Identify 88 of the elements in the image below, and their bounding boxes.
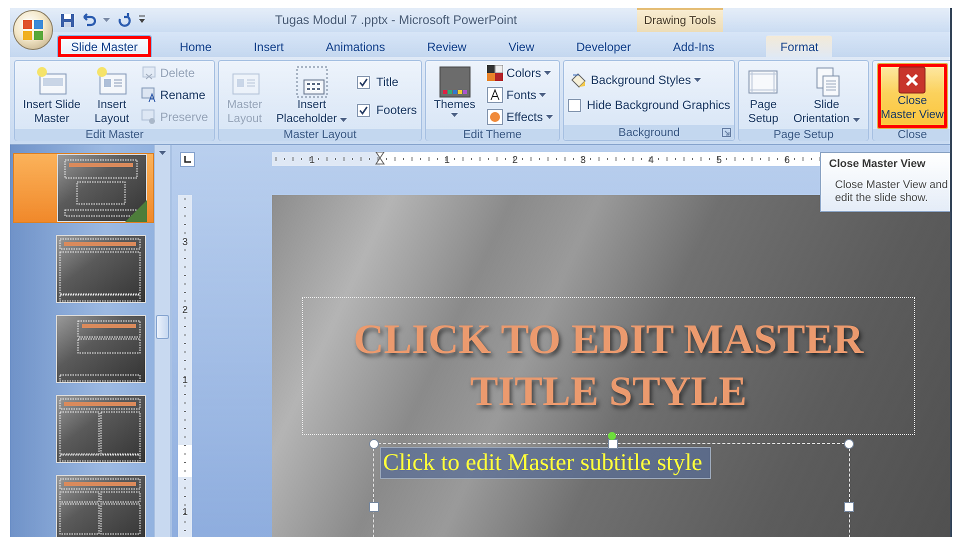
themes-icon [438, 66, 471, 98]
checkbox-label: Title [376, 75, 398, 89]
ribbon-tab[interactable]: Review [413, 35, 480, 57]
paint-bucket-icon [570, 72, 588, 88]
caret-icon [159, 151, 166, 155]
ruler-number: 5 [716, 155, 722, 166]
customize-menu-icon [138, 15, 146, 25]
resize-handle[interactable] [844, 439, 854, 449]
indent-marker[interactable] [375, 152, 385, 164]
ribbon-tab[interactable]: Format [766, 35, 832, 57]
save-icon [60, 12, 75, 28]
ribbon-tab[interactable]: Developer [562, 35, 645, 57]
dialog-launcher-icon[interactable] [722, 128, 732, 137]
office-logo-icon [22, 19, 44, 41]
ribbon-tab[interactable]: Add-Ins [658, 35, 728, 57]
checkbox-label: Hide Background Graphics [586, 98, 730, 112]
ribbon-button[interactable]: Slide Orientation [789, 63, 864, 129]
resize-handle[interactable] [369, 439, 379, 449]
ribbon-button[interactable]: Insert Placeholder [272, 63, 352, 129]
caret-icon [546, 115, 553, 119]
ruler-number: 3 [182, 237, 188, 248]
group-label: Edit Theme [463, 129, 522, 141]
ribbon-button[interactable]: Close Master View [876, 63, 948, 129]
tab-stop-icon [184, 156, 191, 163]
ribbon-button[interactable]: Themes [430, 63, 480, 129]
checkbox-label: Footers [376, 103, 417, 117]
checkbox[interactable] [568, 98, 581, 112]
ribbon-button[interactable]: Effects [485, 107, 555, 127]
ruler-number: 1 [182, 507, 188, 518]
group-label: Master Layout [284, 129, 356, 141]
tooltip-title: Close Master View [829, 158, 926, 170]
ribbon-tab[interactable]: Slide Master [57, 35, 152, 57]
ribbon-button[interactable]: Insert Slide Master [19, 63, 85, 129]
ribbon-button[interactable]: Colors [485, 63, 555, 83]
rename-icon [141, 87, 158, 103]
caret-icon [694, 78, 701, 82]
close-icon [898, 66, 926, 94]
placeholder-icon [296, 66, 328, 98]
ruler-number: 2 [182, 305, 188, 316]
ribbon-tab[interactable]: Animations [312, 35, 400, 57]
undo-icon [81, 13, 97, 27]
scrollbar-thumb[interactable] [156, 315, 169, 339]
slide-title: CLICK TO EDIT MASTER TITLE STYLE [352, 316, 865, 417]
scrollbar[interactable] [154, 145, 170, 537]
resize-handle[interactable] [608, 439, 618, 449]
thumbnail-item[interactable] [13, 153, 154, 223]
group-label: Background [618, 126, 680, 138]
color-swatch-icon [487, 65, 504, 81]
group-label: Edit Master [85, 129, 144, 141]
resize-handle[interactable] [369, 502, 379, 512]
group-label: Page Setup [773, 129, 834, 141]
contextual-tab-group: Drawing Tools [637, 8, 723, 32]
resize-handle[interactable] [844, 502, 854, 512]
rotate-handle[interactable] [608, 432, 616, 440]
ruler-number: 1 [444, 155, 450, 166]
font-icon [487, 87, 504, 103]
ruler-number: 2 [512, 155, 518, 166]
ribbon-button[interactable]: Insert Layout [90, 63, 134, 129]
pin-slide-icon [141, 109, 158, 125]
ruler-number: 1 [182, 375, 188, 386]
ruler-number: 6 [784, 155, 790, 166]
slide-subtitle: Click to edit Master subtitle style [380, 447, 712, 479]
effects-icon [487, 109, 504, 125]
ruler-number: 4 [648, 155, 654, 166]
ribbon-button[interactable]: Background Styles [568, 70, 730, 90]
tooltip-text: Close Master View and edit the slide show. [835, 179, 949, 205]
ribbon-button[interactable]: Rename [139, 85, 210, 105]
ribbon-button[interactable]: Page Setup [743, 63, 784, 129]
delete-slide-icon [141, 65, 158, 81]
caret-icon [539, 93, 546, 97]
caret-icon [103, 18, 110, 22]
checkbox[interactable] [357, 76, 370, 88]
caret-icon [451, 113, 458, 117]
group-label: Close [898, 129, 928, 141]
ribbon-button[interactable]: Fonts [485, 85, 555, 105]
ribbon-tab[interactable]: Insert [240, 35, 298, 57]
ribbon-tab[interactable]: Home [166, 35, 226, 57]
caret-icon [340, 118, 348, 122]
caret-icon [852, 118, 860, 122]
ruler-text-area [178, 445, 192, 477]
ruler-number: 1 [309, 155, 315, 166]
ruler-number: 3 [580, 155, 586, 166]
ribbon-tab[interactable]: View [494, 35, 548, 57]
caret-icon [544, 71, 552, 75]
window-title: Tugas Modul 7 .pptx - Microsoft PowerPoint [274, 13, 518, 27]
redo-icon [116, 13, 132, 27]
tab-stop-button[interactable] [180, 152, 195, 167]
checkbox[interactable] [357, 104, 370, 116]
